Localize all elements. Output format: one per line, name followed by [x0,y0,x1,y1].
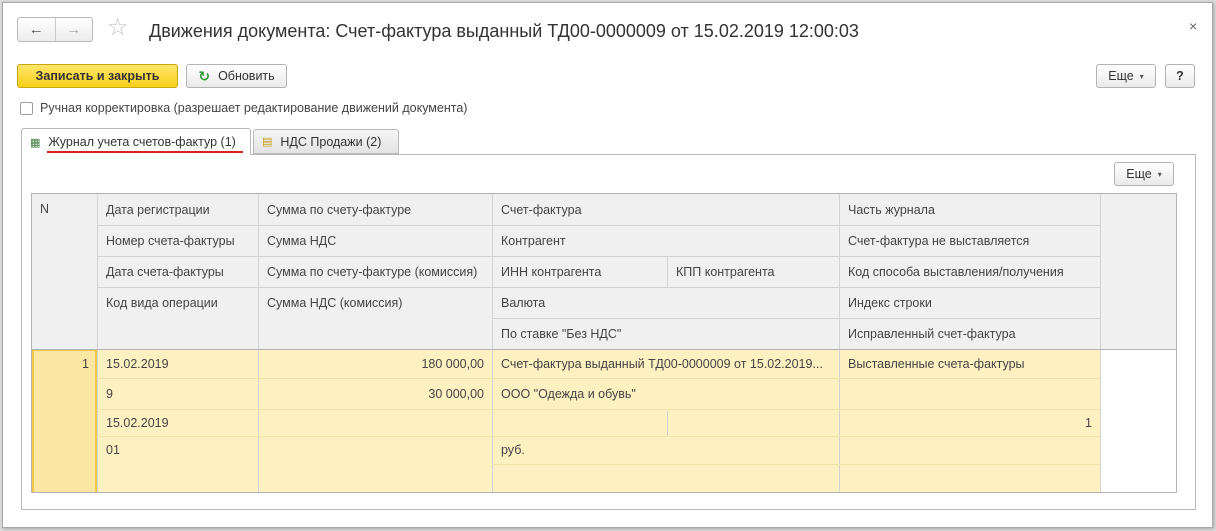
cell-currency[interactable]: руб. [493,436,839,464]
tab-vat-sales[interactable]: ▤ НДС Продажи (2) [253,129,399,154]
window-title: Движения документа: Счет-фактура выданны… [149,21,859,41]
register-icon: ▤ [262,136,273,148]
manual-correction-label[interactable]: Ручная корректировка (разрешает редактир… [40,101,467,115]
column-header-invoice-amount[interactable]: Сумма по счету-фактуре [259,194,492,225]
more-button[interactable]: Еще ▾ [1096,64,1156,88]
column-header-invoice-date[interactable]: Дата счета-фактуры [98,256,258,287]
chevron-down-icon: ▾ [1157,169,1162,179]
cell-issue-method-code[interactable]: 1 [840,409,1100,436]
refresh-icon: ↻ [198,67,211,84]
document-movements-window: ← → ☆ Движения документа: Счет-фактура в… [2,2,1213,528]
refresh-label: Обновить [218,69,275,83]
save-and-close-label: Записать и закрыть [35,69,160,83]
cell-operation-code[interactable]: 01 [98,436,258,464]
cell-invoice[interactable]: Счет-фактура выданный ТД00-0000009 от 15… [493,349,839,378]
column-header-vat-amount-commission[interactable]: Сумма НДС (комиссия) [259,287,492,318]
back-button[interactable]: ← [18,18,55,41]
more-label: Еще [1108,69,1134,83]
column-header-row-index[interactable]: Индекс строки [840,287,1100,318]
cell-counterparty[interactable]: ООО "Одежда и обувь" [493,378,839,409]
table-icon: ▦ [30,136,41,149]
movements-table: N Дата регистрации Номер счета-фактуры Д… [31,193,1177,493]
cell-invoice-number[interactable]: 9 [98,378,258,409]
column-header-invoice[interactable]: Счет-фактура [493,194,839,225]
active-tab-underline [47,151,243,153]
help-button[interactable]: ? [1165,64,1195,88]
close-icon[interactable]: × [1189,19,1197,33]
column-header-invoice-number[interactable]: Номер счета-фактуры [98,225,258,256]
cell-invoice-amount[interactable]: 180 000,00 [259,349,492,378]
column-header-corrected-invoice[interactable]: Исправленный счет-фактура [840,318,1100,349]
arrow-left-icon: ← [28,21,44,38]
cell-invoice-date[interactable]: 15.02.2019 [98,409,258,436]
help-label: ? [1176,69,1184,83]
cell-journal-part[interactable]: Выставленные счета-фактуры [840,349,1100,378]
grid-more-button[interactable]: Еще ▾ [1114,162,1174,186]
column-header-operation-code[interactable]: Код вида операции [98,287,258,318]
column-header-registration-date[interactable]: Дата регистрации [98,194,258,225]
column-header-currency[interactable]: Валюта [493,287,839,318]
grid-more-label: Еще [1126,167,1152,181]
manual-correction-checkbox[interactable] [20,101,33,115]
column-header-issue-method-code[interactable]: Код способа выставления/получения [840,256,1100,287]
navigation-buttons: ← → [17,17,93,42]
column-header-n[interactable]: N [32,194,97,349]
forward-button[interactable]: → [54,18,93,41]
manual-correction-row: Ручная корректировка (разрешает редактир… [20,101,467,115]
cell-registration-date[interactable]: 15.02.2019 [98,349,258,378]
column-header-journal-part[interactable]: Часть журнала [840,194,1100,225]
arrow-right-icon: → [66,21,82,38]
column-header-invoice-amount-commission[interactable]: Сумма по счету-фактуре (комиссия) [259,256,492,287]
chevron-down-icon: ▾ [1139,71,1144,81]
save-and-close-button[interactable]: Записать и закрыть [17,64,178,88]
refresh-button[interactable]: ↻ Обновить [186,64,287,88]
column-header-counterparty[interactable]: Контрагент [493,225,839,256]
column-header-counterparty-inn[interactable]: ИНН контрагента [493,256,667,287]
cell-vat-amount[interactable]: 30 000,00 [259,378,492,409]
tab-invoice-journal-label: Журнал учета счетов-фактур (1) [48,135,236,149]
row-number[interactable]: 1 [32,349,97,379]
column-header-no-vat-rate[interactable]: По ставке "Без НДС" [493,318,839,349]
column-header-counterparty-kpp[interactable]: КПП контрагента [668,256,839,287]
column-header-not-issued[interactable]: Счет-фактура не выставляется [840,225,1100,256]
tab-vat-sales-label: НДС Продажи (2) [280,134,382,149]
column-header-vat-amount[interactable]: Сумма НДС [259,225,492,256]
favorite-star-icon[interactable]: ☆ [107,16,129,40]
